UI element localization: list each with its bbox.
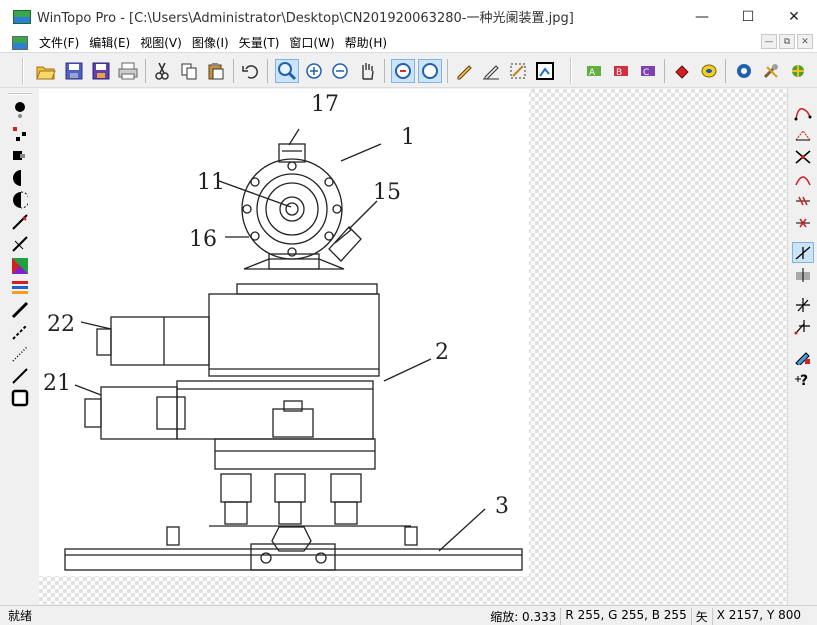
doc-restore-button[interactable]: ⧉ [779, 34, 795, 49]
node-arc-icon[interactable] [792, 168, 814, 189]
save-as-icon[interactable] [89, 59, 113, 83]
label-21: 21 [43, 371, 71, 396]
label-3: 3 [495, 494, 509, 519]
plugin-icon[interactable] [786, 59, 810, 83]
zoom-in-icon[interactable] [302, 59, 326, 83]
status-coords: X 2157, Y 800 [711, 608, 805, 625]
fill-icon[interactable] [670, 59, 694, 83]
node-join-icon[interactable] [792, 212, 814, 233]
thin-icon[interactable] [697, 59, 721, 83]
menu-image[interactable]: 图像(I) [187, 34, 234, 51]
status-bar: 就绪 缩放: 0.333 R 255, G 255, B 255 矢 X 215… [0, 605, 817, 625]
menu-vector[interactable]: 矢量(T) [234, 34, 285, 51]
app-window: WinTopo Pro - [C:\Users\Administrator\De… [0, 0, 817, 625]
svg-text:C: C [643, 68, 649, 78]
image-canvas[interactable]: 17 1 11 15 16 22 2 21 3 [39, 89, 786, 604]
close-button[interactable]: ✕ [771, 0, 817, 33]
view-image-icon[interactable] [391, 59, 415, 83]
status-rgb: R 255, G 255, B 255 [560, 608, 690, 625]
thick-line-icon[interactable] [10, 300, 30, 320]
label-22: 22 [47, 312, 75, 337]
undo-icon[interactable] [238, 59, 262, 83]
pencil-icon[interactable] [452, 59, 476, 83]
pan-hand-icon[interactable] [355, 59, 379, 83]
dot-tool-icon[interactable] [10, 100, 30, 120]
menu-file[interactable]: 文件(F) [34, 34, 84, 51]
toolbar-grip[interactable] [570, 58, 572, 84]
minimize-button[interactable]: — [679, 0, 725, 33]
doc-close-button[interactable]: ✕ [797, 34, 813, 49]
pick-color-icon[interactable] [792, 346, 814, 367]
label-2: 2 [435, 340, 449, 365]
snap-cross-icon[interactable] [792, 294, 814, 315]
snap-point-icon[interactable] [792, 316, 814, 337]
menu-edit[interactable]: 编辑(E) [84, 34, 135, 51]
left-toolbar [0, 88, 38, 605]
crop-icon[interactable] [533, 59, 557, 83]
rectangle-icon[interactable] [10, 388, 30, 408]
svg-text:A: A [589, 68, 596, 78]
document-icon[interactable] [12, 35, 28, 50]
save-icon[interactable] [62, 59, 86, 83]
half-outline-icon[interactable] [10, 190, 30, 210]
main-toolbar: A B C [0, 52, 817, 88]
copy-icon[interactable] [177, 59, 201, 83]
title-bar[interactable]: WinTopo Pro - [C:\Users\Administrator\De… [0, 0, 817, 33]
svg-text:B: B [616, 68, 622, 78]
maximize-button[interactable]: ☐ [725, 0, 771, 33]
zoom-out-icon[interactable] [328, 59, 352, 83]
line-cross-icon[interactable] [10, 234, 30, 254]
menu-view[interactable]: 视图(V) [135, 34, 187, 51]
svg-text:?: ? [800, 373, 808, 387]
vector-select-icon[interactable] [792, 242, 814, 263]
paste-icon[interactable] [204, 59, 228, 83]
label-1: 1 [401, 125, 415, 150]
help-icon[interactable]: ? [792, 368, 814, 389]
view-vector-icon[interactable] [418, 59, 442, 83]
label-15: 15 [373, 180, 401, 205]
line-edit-icon[interactable] [10, 212, 30, 232]
color-bands-icon[interactable] [10, 278, 30, 298]
despeckle-icon[interactable] [10, 124, 30, 144]
status-zoom: 缩放: 0.333 [490, 610, 557, 624]
vectorize-3-icon[interactable]: C [636, 59, 660, 83]
mechanical-drawing: 17 1 11 15 16 22 2 21 3 [43, 92, 523, 571]
node-cross-icon[interactable] [792, 146, 814, 167]
menu-window[interactable]: 窗口(W) [284, 34, 339, 51]
half-fill-icon[interactable] [10, 168, 30, 188]
vectorize-1-icon[interactable]: A [582, 59, 606, 83]
doc-minimize-button[interactable]: — [761, 34, 777, 49]
wintopo-app-icon [13, 9, 31, 24]
crop-select-icon[interactable] [506, 59, 530, 83]
node-delete-icon[interactable] [792, 190, 814, 211]
node-triangle-icon[interactable] [792, 124, 814, 145]
color-icon[interactable] [10, 256, 30, 276]
cut-icon[interactable] [150, 59, 174, 83]
settings-icon[interactable] [732, 59, 756, 83]
patent-drawing[interactable]: 17 1 11 15 16 22 2 21 3 [39, 89, 529, 576]
status-mode: 矢 [690, 608, 712, 625]
vector-block-icon[interactable] [792, 264, 814, 285]
menu-help[interactable]: 帮助(H) [340, 34, 392, 51]
window-title: WinTopo Pro - [C:\Users\Administrator\De… [37, 11, 574, 26]
tools-icon[interactable] [759, 59, 783, 83]
fill-holes-icon[interactable] [10, 146, 30, 166]
toolbar-grip[interactable] [22, 58, 24, 84]
node-curve-icon[interactable] [792, 102, 814, 123]
open-icon[interactable] [34, 59, 58, 83]
status-ready: 就绪 [8, 608, 33, 623]
label-16: 16 [189, 227, 217, 252]
zoom-icon[interactable] [275, 59, 299, 83]
print-icon[interactable] [116, 59, 140, 83]
left-toolbar-grip[interactable] [8, 93, 32, 95]
smooth-line-icon[interactable] [10, 366, 30, 386]
label-17: 17 [311, 92, 339, 117]
label-11: 11 [197, 170, 225, 195]
dashed-line-icon[interactable] [10, 322, 30, 342]
pen-icon[interactable] [479, 59, 503, 83]
vectorize-2-icon[interactable]: B [609, 59, 633, 83]
dotted-line-icon[interactable] [10, 344, 30, 364]
right-toolbar: ? [787, 88, 817, 605]
menu-bar: 文件(F) 编辑(E) 视图(V) 图像(I) 矢量(T) 窗口(W) 帮助(H… [0, 33, 817, 52]
